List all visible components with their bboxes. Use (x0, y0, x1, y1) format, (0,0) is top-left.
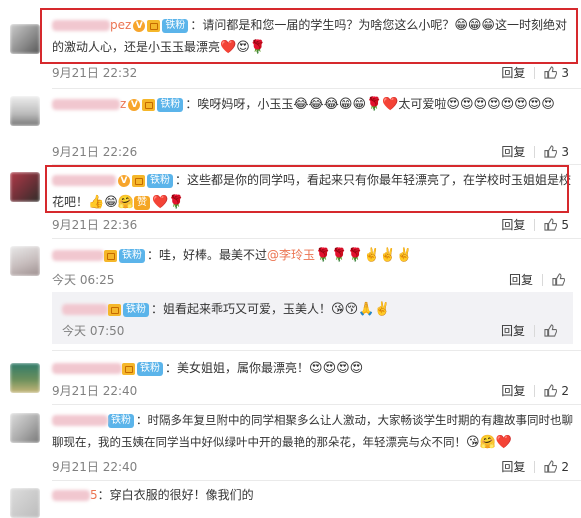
rose-emoji-icon: 🌹🌹🌹✌️✌️✌️ (315, 247, 413, 263)
divider (52, 238, 581, 239)
username-link[interactable] (52, 244, 104, 266)
avatar[interactable] (10, 488, 40, 518)
fan-badge: 铁粉 (123, 302, 149, 317)
level-icon (104, 249, 117, 262)
comment-time: 今天 06:25 (52, 273, 115, 287)
laugh-emoji-icon: 😂😂😂😁😁🌹❤️ (293, 96, 399, 112)
reply-button[interactable]: 回复 (501, 216, 525, 233)
like-icon[interactable] (544, 460, 558, 473)
comment-time: 今天 07:50 (62, 324, 125, 338)
heart-eyes-emoji-icon: 😍😍😍😍 (309, 360, 364, 376)
comment-text: ：唉呀妈呀，小玉玉 (185, 97, 294, 111)
reply-block: 铁粉 ：姐看起来乖巧又可爱，玉美人！😘😚🙏✌️ 今天 07:50 回复 (52, 292, 573, 344)
blush-emoji-icon: 😘🤗❤️ (466, 434, 512, 450)
divider (52, 480, 581, 481)
username-link[interactable] (52, 409, 108, 431)
comment-text: ：美女姐姐，属你最漂亮！ (165, 361, 310, 375)
level-icon (122, 362, 135, 375)
comment-text: ：哇，好棒。最美不过 (147, 248, 268, 262)
username-link[interactable] (62, 298, 108, 320)
mention-link[interactable]: @李玲玉 (267, 248, 315, 262)
like-count: 2 (561, 383, 569, 398)
reply-button[interactable]: 回复 (501, 64, 525, 81)
avatar[interactable] (10, 413, 40, 443)
comment-time: 9月21日 22:40 (52, 384, 138, 398)
comment-time: 9月21日 22:36 (52, 218, 138, 232)
avatar[interactable] (10, 96, 40, 126)
like-icon[interactable] (544, 384, 558, 397)
like-icon[interactable] (544, 66, 558, 79)
comment-time: 9月21日 22:40 (52, 460, 138, 474)
reply-button[interactable]: 回复 (501, 382, 525, 399)
like-icon[interactable] (544, 145, 558, 158)
comment-time: 9月21日 22:26 (52, 145, 138, 159)
reply-button[interactable]: 回复 (501, 143, 525, 160)
like-count: 2 (561, 459, 569, 474)
like-icon[interactable] (552, 273, 566, 286)
reply-button[interactable]: 回复 (509, 271, 533, 288)
fan-badge: 铁粉 (137, 361, 163, 376)
divider (52, 404, 581, 405)
divider (52, 350, 581, 351)
level-icon (108, 303, 121, 316)
comment-time: 9月21日 22:32 (52, 66, 138, 80)
comment-text: ：穿白衣服的很好！像我们的 (97, 488, 254, 502)
highlight-box (40, 8, 578, 64)
comment-text: ：姐看起来乖巧又可爱，玉美人！ (151, 302, 332, 316)
reply-button[interactable]: 回复 (501, 458, 525, 475)
avatar[interactable] (10, 363, 40, 393)
highlight-box (45, 165, 569, 213)
kiss-emoji-icon: 😘😚🙏✌️ (331, 301, 391, 317)
verified-icon: V (128, 98, 141, 111)
fan-badge: 铁粉 (157, 97, 184, 112)
like-count: 5 (561, 217, 569, 232)
username-link[interactable] (52, 357, 122, 379)
like-icon[interactable] (544, 324, 558, 337)
avatar[interactable] (10, 24, 40, 54)
like-count: 3 (561, 65, 569, 80)
heart-eyes-emoji-icon: 😍😍😍😍😍😍😍😍 (446, 96, 555, 112)
comment-text: ：时隔多年复旦附中的同学相聚多么让人激动，大家畅谈学生时期的有趣故事同时 (136, 413, 550, 427)
username-link[interactable]: 5 (52, 484, 98, 506)
like-count: 3 (561, 144, 569, 159)
like-icon[interactable] (544, 218, 558, 231)
username-link[interactable]: z (52, 93, 126, 115)
divider (52, 88, 581, 89)
avatar[interactable] (10, 246, 40, 276)
avatar[interactable] (10, 172, 40, 202)
reply-button[interactable]: 回复 (501, 322, 525, 339)
comment-text-cont: 太可爱啦 (398, 97, 447, 111)
level-icon (142, 98, 156, 111)
fan-badge: 铁粉 (108, 413, 134, 428)
fan-badge: 铁粉 (119, 248, 145, 263)
